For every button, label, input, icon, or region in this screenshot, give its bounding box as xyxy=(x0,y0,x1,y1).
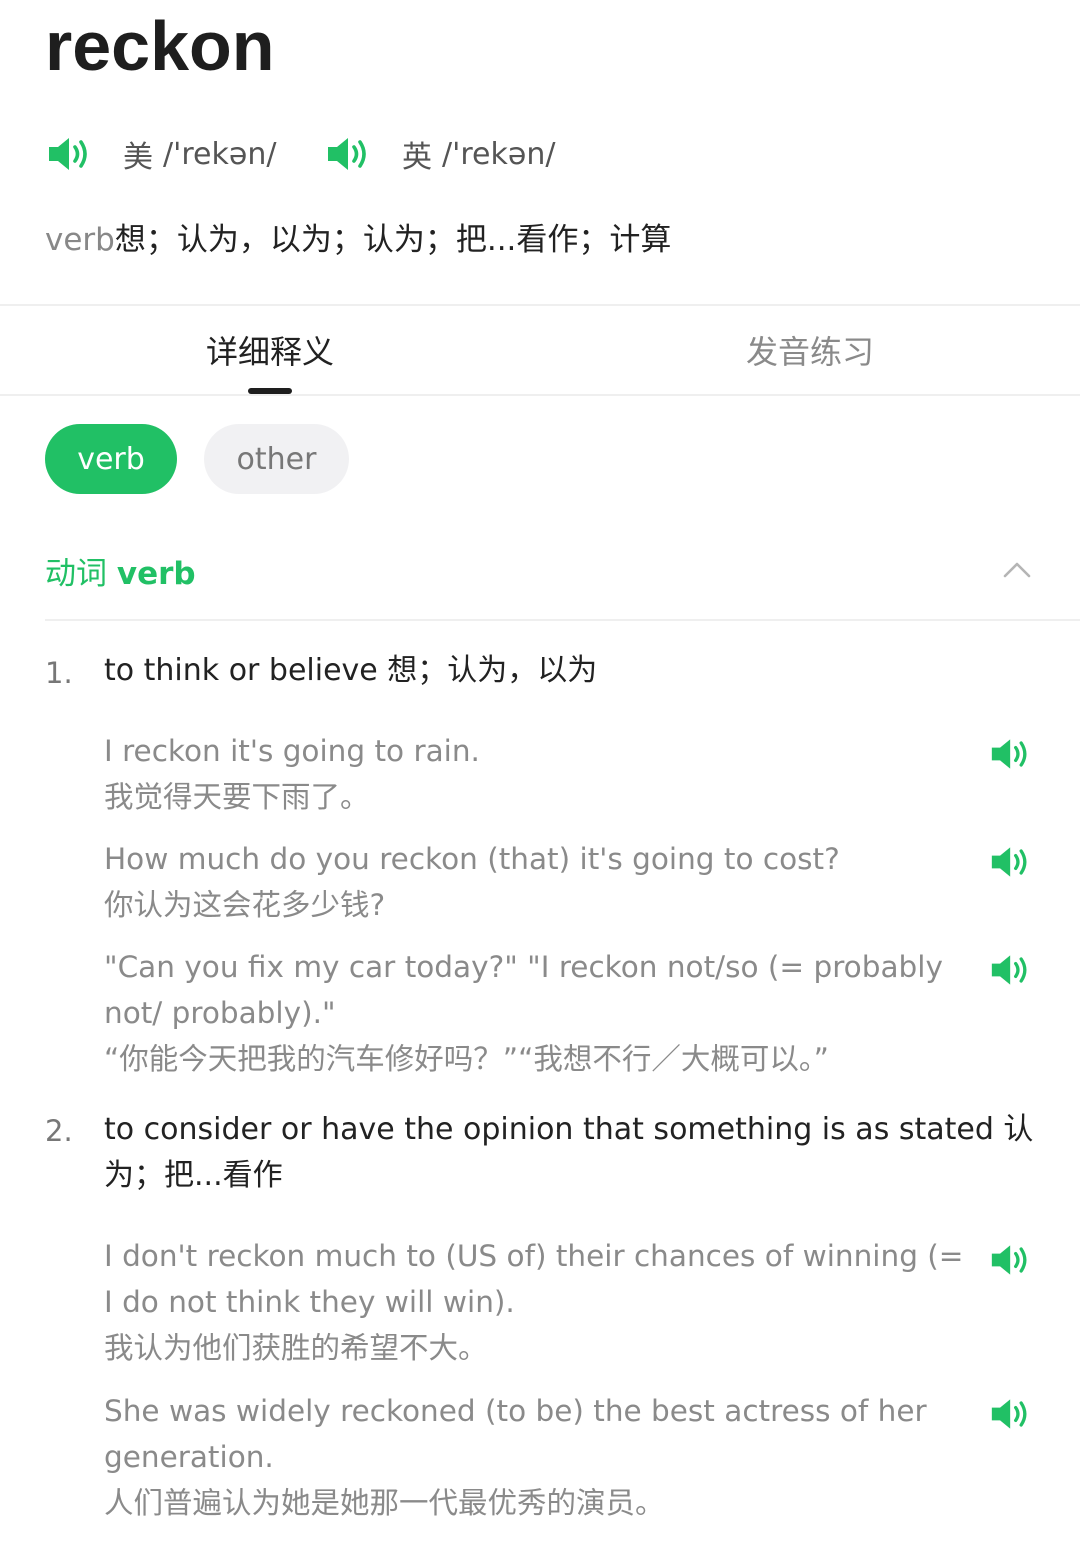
example-sentence: How much do you reckon (that) it's going… xyxy=(104,836,964,928)
example-sentence: "Can you fix my car today?" "I reckon no… xyxy=(104,944,964,1082)
example-cn: 人们普遍认为她是她那一代最优秀的演员。 xyxy=(104,1486,665,1520)
example-sentence: I don't reckon much to (US of) their cha… xyxy=(104,1233,964,1371)
divider xyxy=(0,304,1080,306)
chip-verb[interactable]: verb xyxy=(45,424,177,494)
example-sentence: I reckon it's going to rain. 我觉得天要下雨了。 xyxy=(104,728,964,820)
brief-meaning: 想；认为，以为；认为；把...看作；计算 xyxy=(114,222,672,258)
speaker-icon[interactable] xyxy=(990,737,1034,771)
section-title[interactable]: 动词 verb xyxy=(45,552,196,596)
speaker-icon[interactable] xyxy=(47,136,95,172)
example-en: "Can you fix my car today?" "I reckon no… xyxy=(104,950,943,1030)
section-title-cn: 动词 xyxy=(45,556,107,592)
example-en: I don't reckon much to (US of) their cha… xyxy=(104,1239,964,1319)
example-en: She was widely reckoned (to be) the best… xyxy=(104,1394,927,1474)
speaker-icon[interactable] xyxy=(990,845,1034,879)
headword: reckon xyxy=(45,7,275,85)
speaker-icon[interactable] xyxy=(990,1397,1034,1431)
pron-ipa: /'rekən/ xyxy=(163,136,277,172)
example-cn: 你认为这会花多少钱? xyxy=(104,888,386,922)
brief-definition: verb想；认为，以为；认为；把...看作；计算 xyxy=(45,218,671,262)
example-en: How much do you reckon (that) it's going… xyxy=(104,842,840,876)
pron-ipa: /'rekən/ xyxy=(442,136,556,172)
pronunciation-us[interactable]: 美 /'rekən/ xyxy=(47,132,276,176)
example-cn: 我认为他们获胜的希望不大。 xyxy=(104,1331,488,1365)
tab-pronunciation-practice[interactable]: 发音练习 xyxy=(746,330,874,374)
speaker-icon[interactable] xyxy=(990,953,1034,987)
sense-number: 1. xyxy=(45,656,73,690)
speaker-icon[interactable] xyxy=(990,1243,1034,1277)
sense-definition: to think or believe 想；认为，以为 xyxy=(104,653,598,688)
example-en: I reckon it's going to rain. xyxy=(104,734,480,768)
tab-detailed-definition[interactable]: 详细释义 xyxy=(206,330,334,374)
pron-region: 美 xyxy=(123,140,153,175)
pron-region: 英 xyxy=(402,140,432,175)
example-sentence: She was widely reckoned (to be) the best… xyxy=(104,1388,964,1526)
example-cn: 我觉得天要下雨了。 xyxy=(104,780,370,814)
speaker-icon[interactable] xyxy=(326,136,374,172)
divider xyxy=(45,619,1080,621)
divider xyxy=(0,394,1080,396)
brief-pos: verb xyxy=(45,222,115,258)
sense-definition: to consider or have the opinion that som… xyxy=(104,1112,1034,1193)
chevron-up-icon[interactable] xyxy=(1002,558,1032,582)
sense-number: 2. xyxy=(45,1114,73,1148)
example-cn: “你能今天把我的汽车修好吗？”“我想不行／大概可以。” xyxy=(104,1042,829,1076)
pronunciation-uk[interactable]: 英 /'rekən/ xyxy=(326,132,555,176)
section-title-en: verb xyxy=(116,556,196,592)
chip-other[interactable]: other xyxy=(204,424,349,494)
